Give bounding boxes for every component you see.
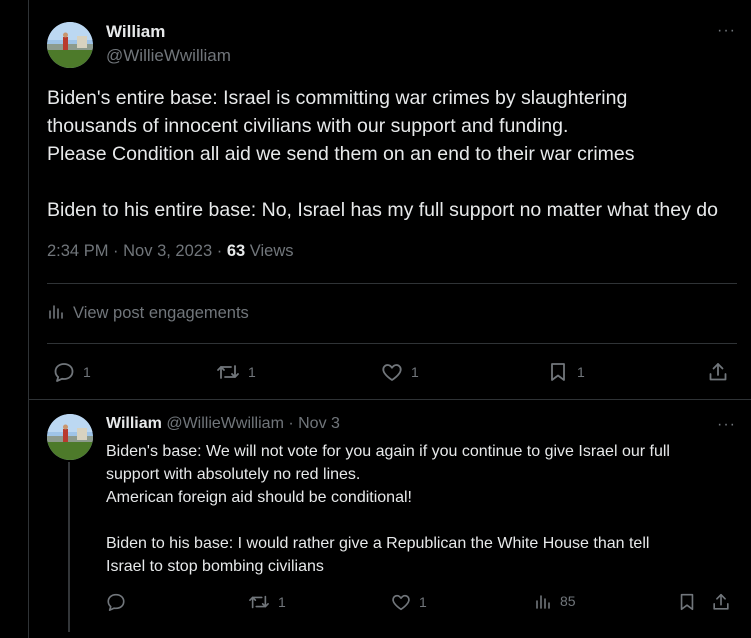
views-label: Views [249, 242, 294, 260]
post-text-line: Biden to his base: I would rather give a… [106, 535, 650, 552]
like-count: 1 [419, 594, 427, 610]
repost-count: 1 [278, 594, 286, 610]
bookmark-button[interactable]: 1 [547, 361, 585, 383]
engagements-label: View post engagements [73, 304, 249, 322]
author-handle[interactable]: @WillieWwilliam [106, 46, 231, 66]
reply-count: 1 [83, 364, 91, 380]
bookmark-count: 1 [577, 364, 585, 380]
author-handle[interactable]: @WillieWwilliam [166, 415, 284, 432]
share-button[interactable] [711, 592, 731, 612]
heart-icon [391, 592, 411, 612]
post-meta: 2:34 PM · Nov 3, 2023 · 63 Views [47, 242, 294, 260]
post-text-line: American foreign aid should be condition… [106, 489, 412, 506]
heart-icon [381, 361, 403, 383]
reply-button[interactable]: 1 [53, 361, 91, 383]
thread-line [68, 462, 70, 632]
repost-button[interactable]: 1 [216, 361, 256, 383]
reply-icon [53, 361, 75, 383]
post-text-line: Please Condition all aid we send them on… [47, 143, 635, 165]
author-name[interactable]: William [106, 22, 165, 42]
divider [47, 283, 737, 284]
post-text: Biden's base: We will not vote for you a… [106, 440, 736, 578]
post-text-line: Biden's entire base: Israel is committin… [47, 87, 628, 109]
post-time[interactable]: 2:34 PM [47, 242, 108, 260]
post-text: Biden's entire base: Israel is committin… [47, 84, 747, 224]
author-name[interactable]: William [106, 415, 162, 432]
post-text-line: Biden's base: We will not vote for you a… [106, 443, 670, 460]
divider [47, 343, 737, 344]
post-text-line: support with absolutely no red lines. [106, 466, 361, 483]
views-chart-icon [47, 302, 65, 325]
views-count: 85 [560, 593, 576, 609]
view-engagements-link[interactable]: View post engagements [47, 302, 249, 325]
post-text-line: thousands of innocent civilians with our… [47, 115, 569, 137]
post-date[interactable]: Nov 3 [298, 415, 340, 432]
repost-count: 1 [248, 364, 256, 380]
repost-button[interactable]: 1 [248, 592, 286, 612]
post-date[interactable]: Nov 3, 2023 [123, 242, 212, 260]
views-chart-icon [534, 592, 552, 610]
share-icon [711, 592, 731, 612]
avatar[interactable] [47, 22, 93, 68]
repost-icon [216, 361, 240, 383]
reply-icon [106, 592, 126, 612]
like-button[interactable]: 1 [381, 361, 419, 383]
main-post: William @WillieWwilliam ··· Biden's enti… [29, 0, 751, 400]
bookmark-button[interactable] [677, 592, 697, 612]
more-dots-icon[interactable]: ··· [717, 416, 736, 434]
bookmark-icon [677, 592, 697, 612]
like-count: 1 [411, 364, 419, 380]
like-button[interactable]: 1 [391, 592, 427, 612]
reply-post: William @WillieWwilliam · Nov 3 ··· Bide… [29, 400, 751, 638]
views-count: 63 [226, 242, 246, 260]
share-icon [707, 361, 729, 383]
reply-button[interactable] [106, 592, 126, 612]
views-button[interactable]: 85 [534, 592, 576, 610]
reply-header: William @WillieWwilliam · Nov 3 [106, 415, 340, 432]
post-text-line: Biden to his entire base: No, Israel has… [47, 199, 718, 221]
bookmark-icon [547, 361, 569, 383]
repost-icon [248, 592, 270, 612]
avatar[interactable] [47, 414, 93, 460]
share-button[interactable] [707, 361, 729, 383]
post-text-line: Israel to stop bombing civilians [106, 558, 324, 575]
more-dots-icon[interactable]: ··· [717, 22, 736, 40]
